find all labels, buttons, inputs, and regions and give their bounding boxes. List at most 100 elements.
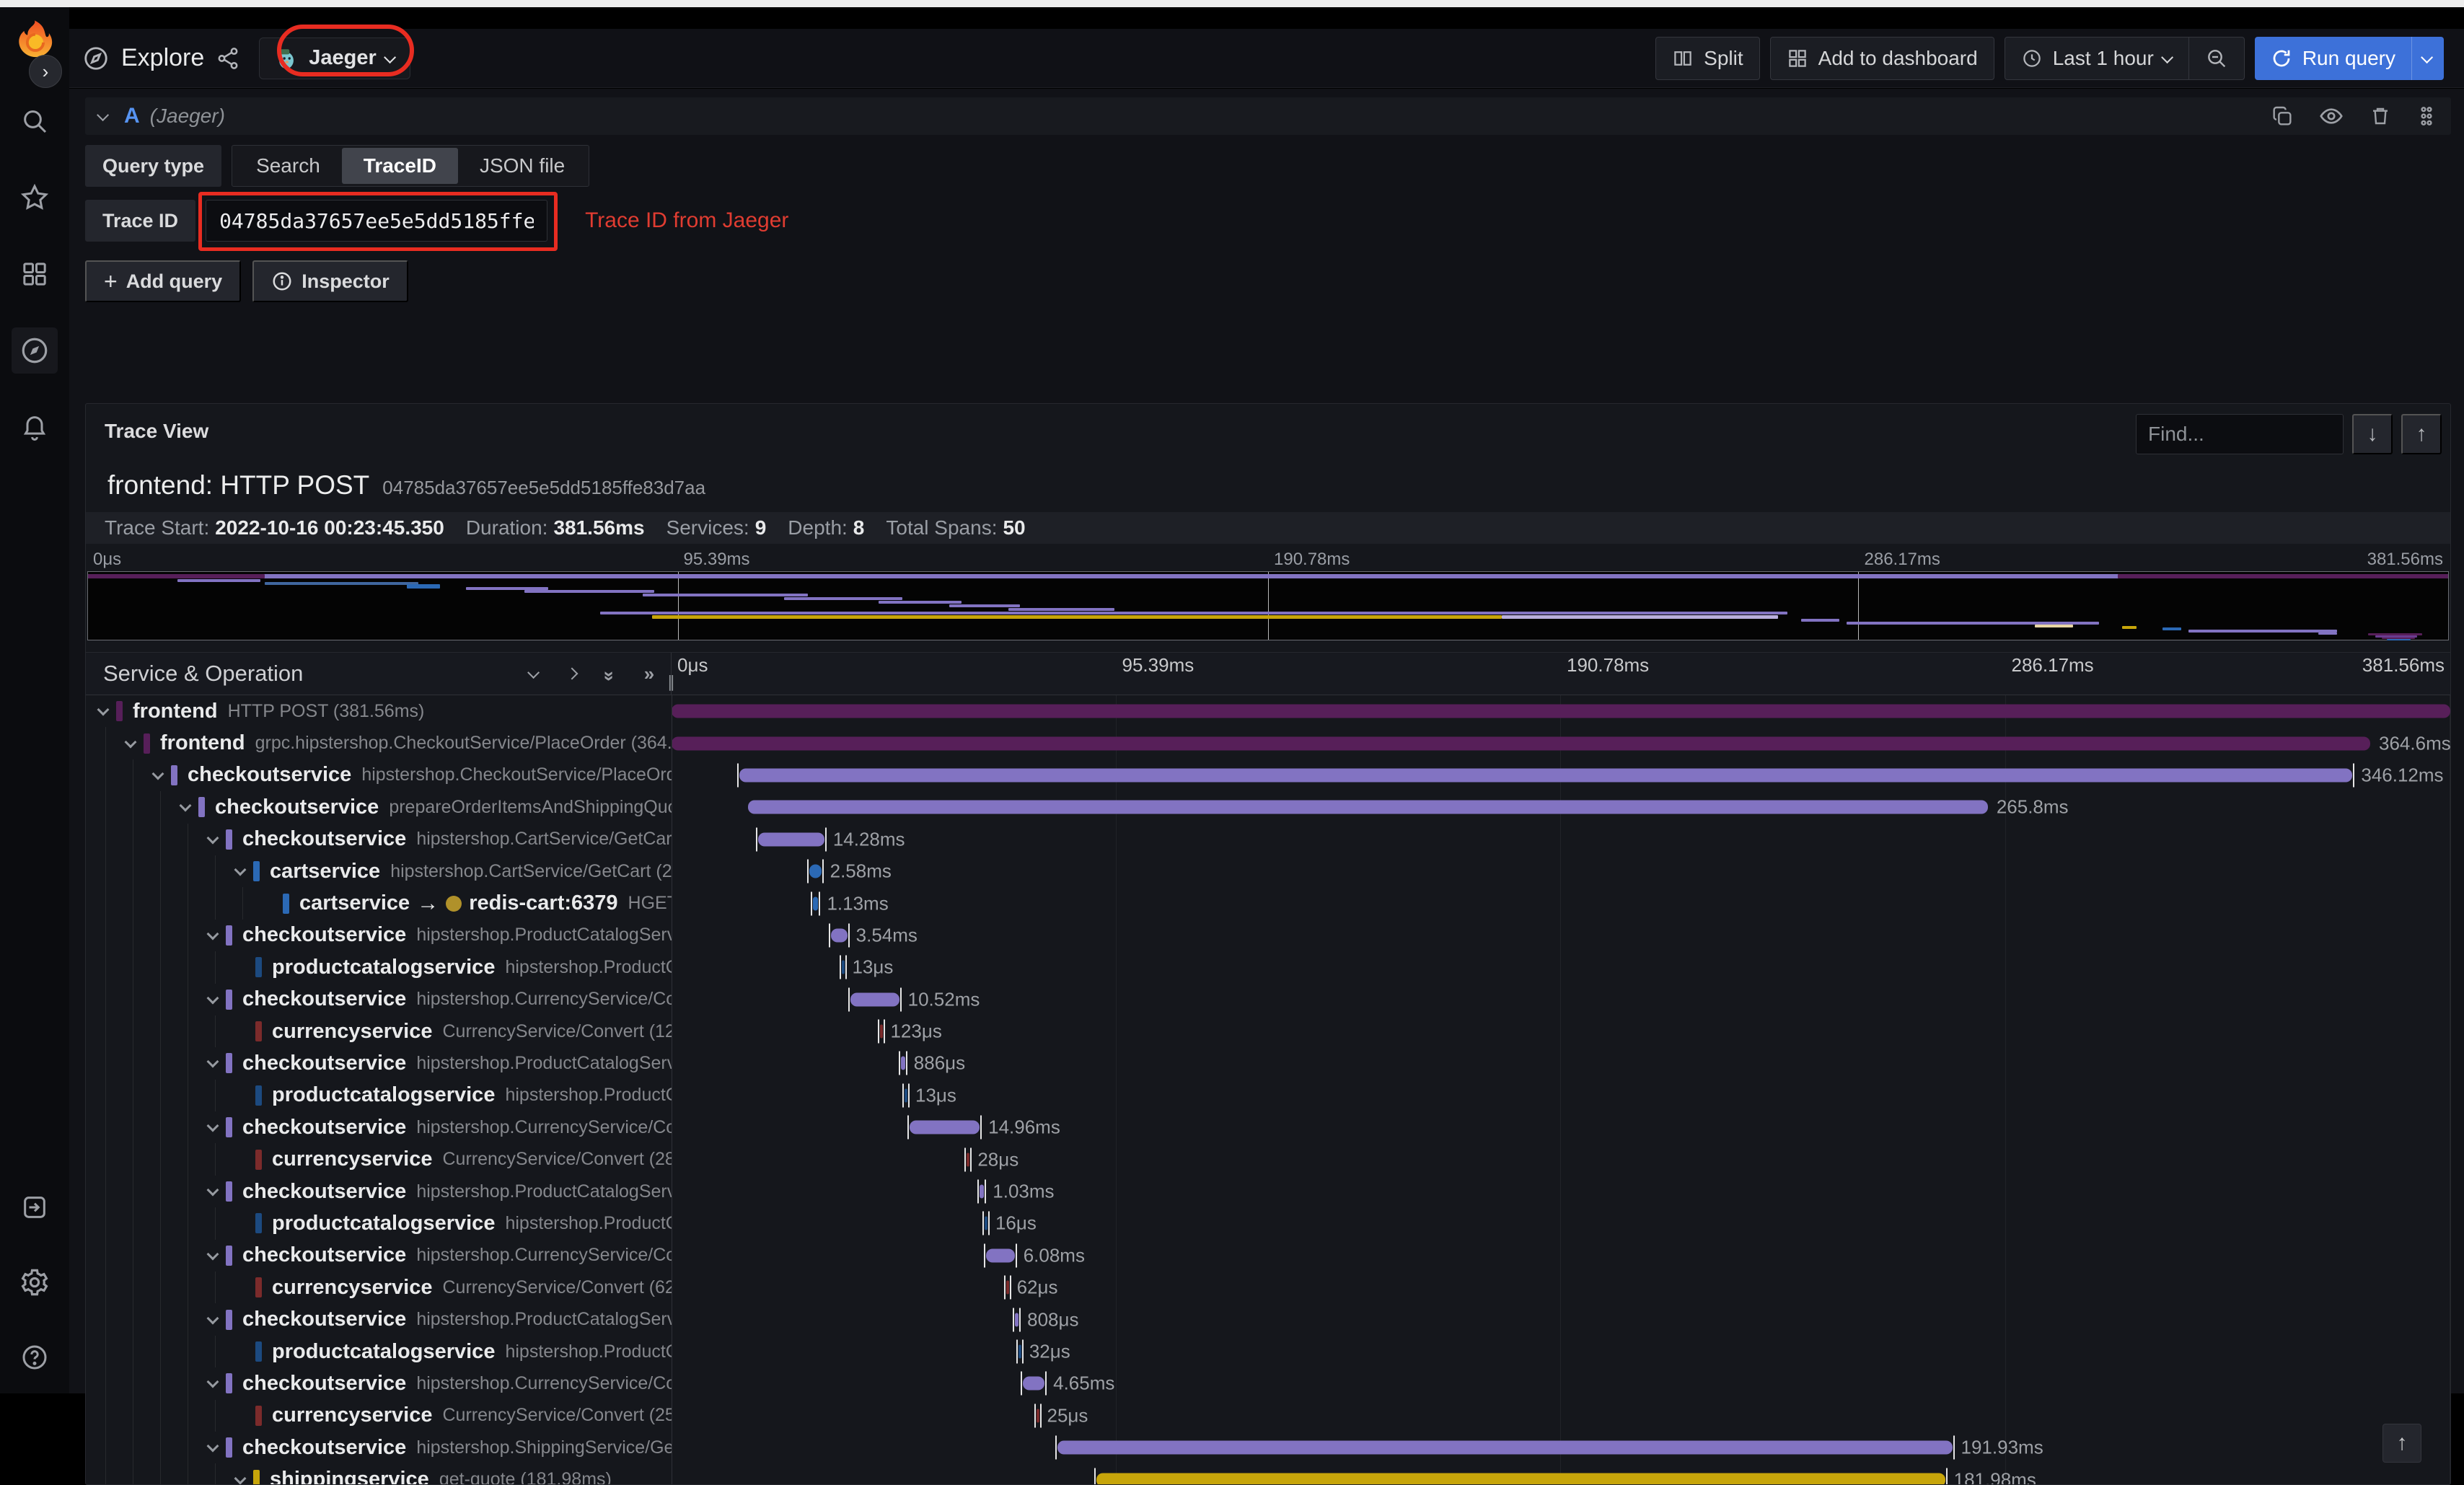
span-gantt-cell[interactable]: 2.58ms <box>672 855 2450 887</box>
eye-icon[interactable] <box>2318 103 2344 129</box>
span-gantt-cell[interactable]: 13μs <box>672 951 2450 983</box>
span-gantt-cell[interactable]: 62μs <box>672 1272 2450 1303</box>
trace-span-row[interactable]: frontend grpc.hipstershop.CheckoutService… <box>86 727 2450 759</box>
trace-span-row[interactable]: currencyservice CurrencyService/Convert (… <box>86 1015 2450 1048</box>
span-gantt-cell[interactable] <box>672 695 2450 727</box>
trace-span-row[interactable]: cartservice hipstershop.CartService/GetCa… <box>86 855 2450 888</box>
span-duration-bar[interactable] <box>755 827 827 852</box>
span-gantt-cell[interactable]: 16μs <box>672 1207 2450 1239</box>
trace-span-row[interactable]: checkoutservice hipstershop.CartService/G… <box>86 823 2450 855</box>
sidebar-expand-button[interactable]: › <box>29 55 62 88</box>
span-name-cell[interactable]: currencyservice CurrencyService/Convert (… <box>86 1272 672 1304</box>
span-duration-bar[interactable] <box>1003 1275 1011 1300</box>
span-duration-bar[interactable] <box>907 1115 982 1140</box>
sidebar-item-dashboards[interactable] <box>12 251 58 297</box>
span-name-cell[interactable]: checkoutservice hipstershop.ProductCatalo… <box>86 919 672 952</box>
trace-span-row[interactable]: cartservice → redis-cart:6379 HGET (1.13ms)… <box>86 887 2450 920</box>
zoom-out-button[interactable] <box>2188 36 2245 80</box>
span-gantt-cell[interactable]: 1.13ms <box>672 887 2450 919</box>
span-duration-bar[interactable] <box>977 1179 986 1204</box>
span-gantt-cell[interactable]: 123μs <box>672 1015 2450 1047</box>
tab-search[interactable]: Search <box>234 148 342 184</box>
span-duration-bar[interactable] <box>828 923 850 948</box>
run-query-button[interactable]: Run query <box>2254 36 2444 80</box>
span-name-cell[interactable]: currencyservice CurrencyService/Convert (… <box>86 1143 672 1176</box>
span-name-cell[interactable]: frontend HTTP POST (381.56ms) <box>86 695 672 727</box>
chevron-down-icon[interactable] <box>206 1248 219 1261</box>
chevron-down-icon[interactable] <box>124 736 137 749</box>
trace-id-input[interactable] <box>206 200 548 242</box>
find-prev-button[interactable]: ↑ <box>2401 414 2442 454</box>
span-duration-bar[interactable] <box>1016 1339 1024 1364</box>
sidebar-item-configuration[interactable] <box>12 1259 58 1305</box>
chevron-down-icon[interactable] <box>234 1472 247 1484</box>
trace-span-row[interactable]: checkoutservice hipstershop.ProductCatalo… <box>86 919 2450 952</box>
trace-span-row[interactable]: frontend HTTP POST (381.56ms) <box>86 695 2450 727</box>
grafana-logo[interactable] <box>14 19 56 61</box>
span-gantt-cell[interactable]: 3.54ms <box>672 920 2450 951</box>
scroll-to-top-button[interactable]: ↑ <box>2382 1424 2421 1463</box>
chevron-down-icon[interactable] <box>234 863 247 876</box>
span-duration-bar[interactable] <box>877 1019 885 1044</box>
span-duration-bar[interactable] <box>902 1083 910 1108</box>
span-name-cell[interactable]: productcatalogservice hipstershop.Product… <box>86 951 672 984</box>
span-duration-bar[interactable] <box>806 859 824 883</box>
span-name-cell[interactable]: checkoutservice hipstershop.CurrencyServi… <box>86 1239 672 1272</box>
trace-span-row[interactable]: checkoutservice hipstershop.ProductCatalo… <box>86 1303 2450 1336</box>
span-gantt-cell[interactable]: 25μs <box>672 1400 2450 1432</box>
span-duration-bar[interactable] <box>810 891 822 916</box>
collapse-query-icon[interactable] <box>97 109 110 122</box>
query-row-header[interactable]: A (Jaeger) <box>85 97 2451 135</box>
expand-all-icon[interactable]: » <box>638 663 656 685</box>
trace-minimap[interactable] <box>87 571 2449 640</box>
span-name-cell[interactable]: productcatalogservice hipstershop.Product… <box>86 1079 672 1112</box>
span-name-cell[interactable]: checkoutservice hipstershop.ProductCatalo… <box>86 1175 672 1208</box>
trace-span-row[interactable]: checkoutservice hipstershop.CurrencyServi… <box>86 983 2450 1015</box>
span-name-cell[interactable]: checkoutservice hipstershop.CartService/G… <box>86 823 672 855</box>
chevron-down-icon[interactable] <box>206 992 219 1005</box>
span-name-cell[interactable]: checkoutservice hipstershop.CheckoutServi… <box>86 759 672 792</box>
find-next-button[interactable]: ↓ <box>2352 414 2393 454</box>
duplicate-query-icon[interactable] <box>2271 105 2294 128</box>
span-name-cell[interactable]: shippingservice get-quote (181.98ms) <box>86 1463 672 1484</box>
span-name-cell[interactable]: currencyservice CurrencyService/Convert (… <box>86 1015 672 1048</box>
sidebar-item-explore[interactable] <box>12 327 58 374</box>
span-name-cell[interactable]: checkoutservice hipstershop.CurrencyServi… <box>86 983 672 1015</box>
trace-span-row[interactable]: checkoutservice hipstershop.ShippingServi… <box>86 1431 2450 1464</box>
span-gantt-cell[interactable]: 32μs <box>672 1336 2450 1367</box>
chevron-down-icon[interactable] <box>206 1312 219 1325</box>
trace-span-row[interactable]: shippingservice get-quote (181.98ms) 181.9… <box>86 1463 2450 1484</box>
span-name-cell[interactable]: frontend grpc.hipstershop.CheckoutService… <box>86 727 672 759</box>
trace-span-row[interactable]: productcatalogservice hipstershop.Product… <box>86 1335 2450 1368</box>
chevron-down-icon[interactable] <box>206 1184 219 1197</box>
span-gantt-cell[interactable]: 364.6ms <box>672 727 2450 759</box>
span-gantt-cell[interactable]: 191.93ms <box>672 1432 2450 1463</box>
span-gantt-cell[interactable]: 10.52ms <box>672 984 2450 1015</box>
tab-json-file[interactable]: JSON file <box>458 148 586 184</box>
chevron-down-icon[interactable] <box>206 927 219 940</box>
trace-span-row[interactable]: checkoutservice hipstershop.ProductCatalo… <box>86 1175 2450 1208</box>
span-name-cell[interactable]: cartservice hipstershop.CartService/GetCa… <box>86 855 672 888</box>
span-name-cell[interactable]: productcatalogservice hipstershop.Product… <box>86 1207 672 1240</box>
trace-span-row[interactable]: productcatalogservice hipstershop.Product… <box>86 951 2450 984</box>
span-duration-bar[interactable] <box>748 800 1988 814</box>
span-duration-bar[interactable] <box>982 1211 990 1235</box>
span-duration-bar[interactable] <box>964 1147 972 1172</box>
span-duration-bar[interactable] <box>736 763 2355 788</box>
span-duration-bar[interactable] <box>1094 1468 1948 1484</box>
sidebar-item-starred[interactable] <box>12 175 58 221</box>
split-button[interactable]: Split <box>1655 36 1760 80</box>
span-duration-bar[interactable] <box>1034 1404 1042 1428</box>
span-name-cell[interactable]: currencyservice CurrencyService/Convert (… <box>86 1399 672 1432</box>
chevron-down-icon[interactable] <box>206 1119 219 1132</box>
tab-traceid[interactable]: TraceID <box>341 148 458 184</box>
chevron-down-icon[interactable] <box>179 799 192 812</box>
chevron-down-icon[interactable] <box>206 1055 219 1068</box>
span-duration-bar[interactable] <box>1021 1371 1047 1396</box>
span-name-cell[interactable]: checkoutservice hipstershop.ProductCatalo… <box>86 1303 672 1336</box>
share-icon[interactable] <box>216 46 240 71</box>
span-duration-bar[interactable] <box>899 1051 907 1075</box>
trace-span-row[interactable]: checkoutservice hipstershop.CurrencyServi… <box>86 1111 2450 1144</box>
sidebar-item-alerting[interactable] <box>12 404 58 450</box>
span-name-cell[interactable]: checkoutservice hipstershop.CurrencyServi… <box>86 1111 672 1144</box>
